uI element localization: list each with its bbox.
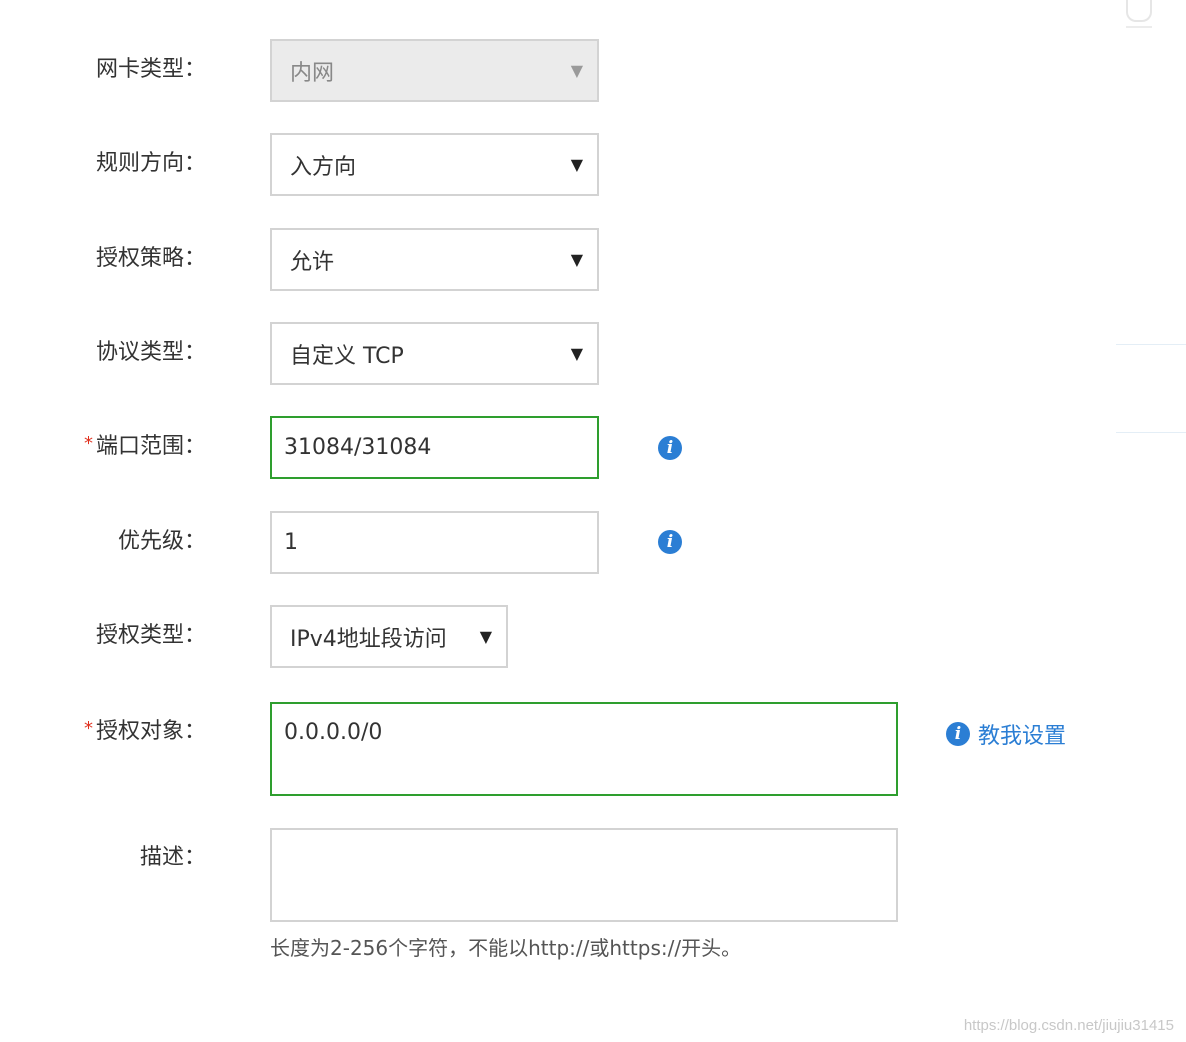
auth-object-value: 0.0.0.0/0: [284, 720, 383, 745]
required-mark: *: [83, 433, 93, 454]
priority-label: 优先级：: [117, 529, 206, 554]
info-icon[interactable]: i: [658, 436, 682, 460]
nic-type-select[interactable]: 内网 ▼: [270, 39, 599, 102]
auth-object-label: * 授权对象：: [83, 718, 206, 744]
auth-type-select[interactable]: IPv4地址段访问 ▼: [270, 605, 508, 668]
corner-decoration-line: [1126, 26, 1152, 28]
divider-line: [1116, 344, 1186, 345]
corner-decoration: [1126, 0, 1152, 22]
rule-direction-select[interactable]: 入方向 ▼: [270, 133, 599, 196]
auth-policy-label: 授权策略：: [95, 246, 206, 271]
help-setup-link-text: 教我设置: [978, 724, 1067, 749]
chevron-down-icon: ▼: [570, 344, 583, 363]
auth-policy-select[interactable]: 允许 ▼: [270, 228, 599, 291]
rule-direction-label: 规则方向：: [95, 151, 206, 176]
protocol-type-label: 协议类型：: [95, 340, 206, 365]
chevron-down-icon: ▼: [570, 155, 583, 174]
auth-policy-value: 允许: [290, 249, 335, 275]
port-range-label: * 端口范围：: [83, 433, 206, 459]
help-setup-link[interactable]: i 教我设置: [946, 718, 1066, 750]
auth-type-label: 授权类型：: [95, 623, 206, 648]
port-range-value: 31084/31084: [284, 435, 432, 460]
info-icon: i: [946, 722, 970, 746]
divider-line: [1116, 432, 1186, 433]
priority-input[interactable]: 1: [270, 511, 599, 574]
chevron-down-icon: ▼: [570, 61, 583, 80]
rule-direction-value: 入方向: [290, 154, 357, 180]
nic-type-value: 内网: [290, 60, 335, 86]
protocol-type-value: 自定义 TCP: [290, 343, 404, 369]
auth-object-textarea[interactable]: 0.0.0.0/0: [270, 702, 898, 796]
description-label: 描述：: [139, 845, 206, 870]
description-textarea[interactable]: [270, 828, 898, 922]
port-range-input[interactable]: 31084/31084: [270, 416, 599, 479]
info-icon[interactable]: i: [658, 530, 682, 554]
nic-type-label: 网卡类型：: [95, 57, 206, 82]
priority-value: 1: [284, 530, 298, 555]
chevron-down-icon: ▼: [570, 250, 583, 269]
chevron-down-icon: ▼: [479, 627, 492, 646]
required-mark: *: [83, 718, 93, 739]
auth-type-value: IPv4地址段访问: [290, 626, 447, 652]
watermark: https://blog.csdn.net/jiujiu31415: [963, 1017, 1174, 1034]
protocol-type-select[interactable]: 自定义 TCP ▼: [270, 322, 599, 385]
description-hint: 长度为2-256个字符，不能以http://或https://开头。: [270, 936, 742, 960]
